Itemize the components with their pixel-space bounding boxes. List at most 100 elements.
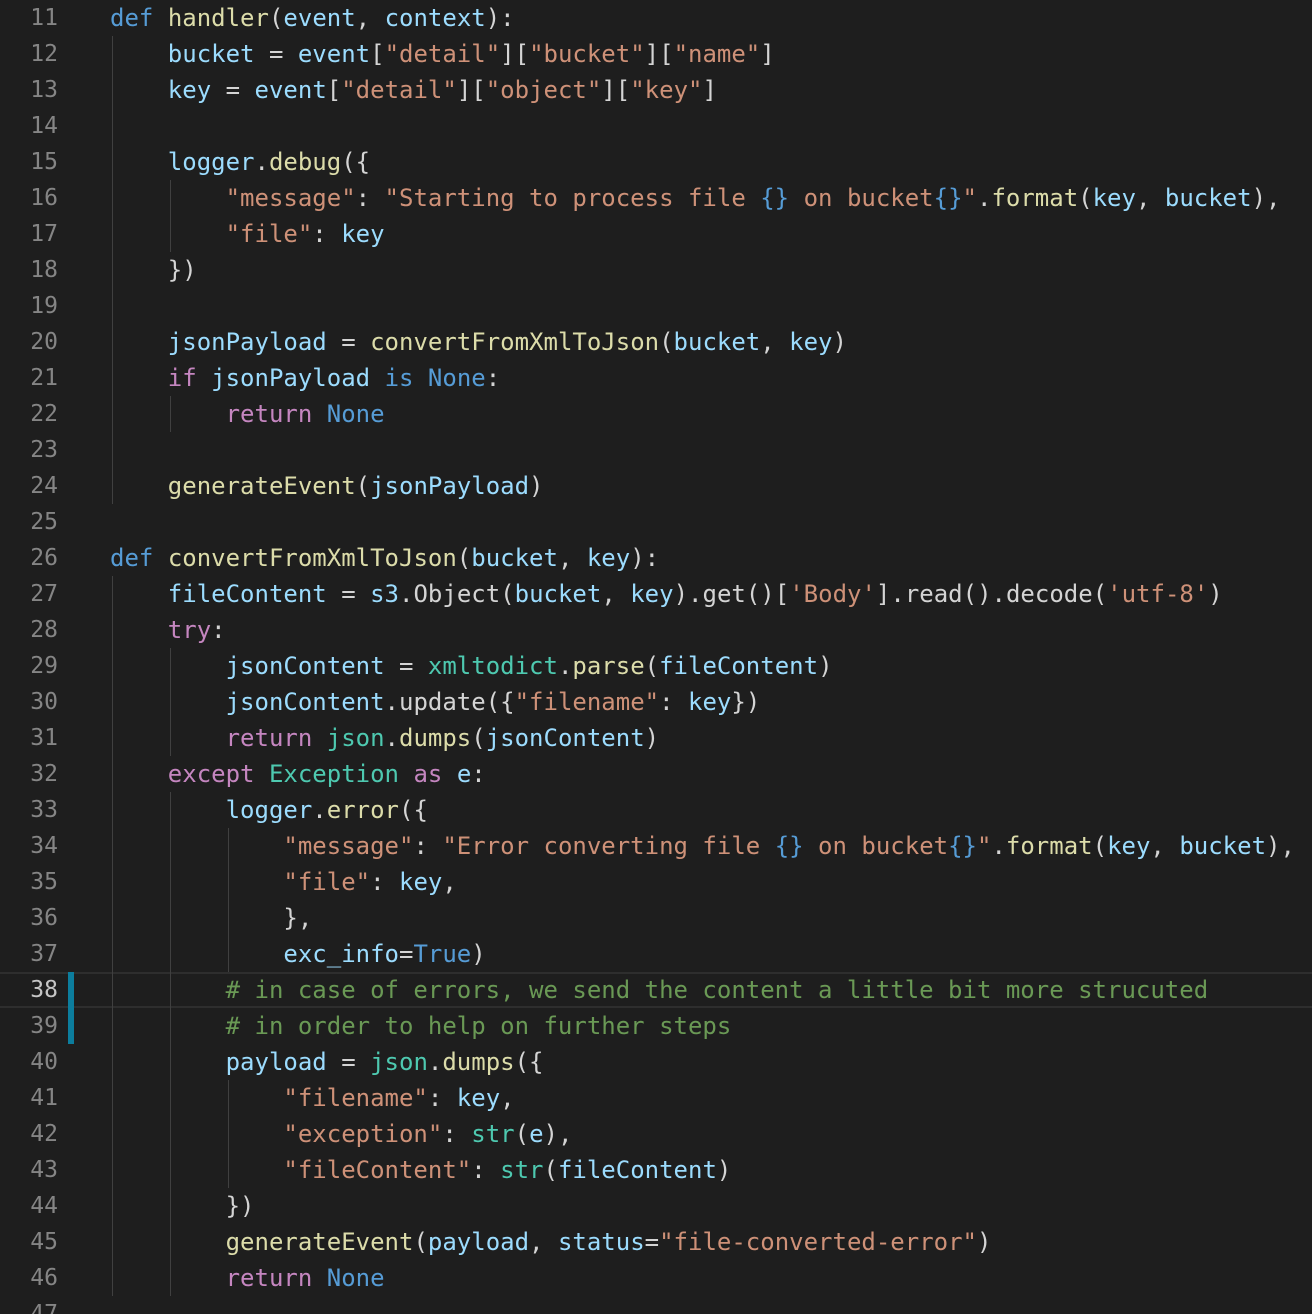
code-line[interactable]: 31 return json.dumps(jsonContent) [0,720,1312,756]
line-number: 15 [30,149,58,175]
code-token: }) [167,256,197,284]
code-token: "Starting to process file [384,184,761,212]
code-token: : [413,832,443,860]
code-line[interactable]: 43 "fileContent": str(fileContent) [0,1152,1312,1188]
code-text: exc_info=True) [283,936,485,972]
code-line[interactable]: 44}) [0,1188,1312,1224]
code-token: 'utf-8' [1107,580,1209,608]
code-line[interactable]: 24 generateEvent(jsonPayload) [0,468,1312,504]
code-text: logger.debug({ [168,144,370,180]
code-line[interactable]: 25 [0,504,1312,540]
code-line[interactable]: 20 jsonPayload = convertFromXmlToJson(buc… [0,324,1312,360]
code-token: : [485,364,501,392]
code-token: fileContent [167,580,327,608]
code-token: : [471,760,486,788]
code-line[interactable]: 38 # in case of errors, we send the conte… [0,972,1312,1008]
code-token: ][ [601,76,631,104]
code-line[interactable]: 34 "message": "Error converting file {} o… [0,828,1312,864]
code-token: = [326,1048,371,1076]
code-token: "name" [673,40,761,68]
code-text: try: [168,612,226,648]
code-token: ) [977,1228,992,1256]
code-token: : [659,688,689,716]
code-text: "message": "Error converting file {} on … [283,828,1295,864]
code-line[interactable]: 17 "file": key [0,216,1312,252]
code-token: xmltodict [427,652,558,680]
code-text: "file": key, [283,864,456,900]
code-token: }, [283,904,313,932]
code-token: ][ [644,40,674,68]
line-number: 17 [30,221,58,247]
line-number: 46 [30,1265,58,1291]
code-token: : [442,1120,472,1148]
code-line[interactable]: 28 try: [0,612,1312,648]
code-line[interactable]: 47 [0,1296,1312,1314]
code-line[interactable]: 15 logger.debug({ [0,144,1312,180]
code-line[interactable]: 42 "exception": str(e), [0,1116,1312,1152]
code-token: ), [1251,184,1281,212]
line-number: 40 [30,1049,58,1075]
code-line[interactable]: 33 logger.error({ [0,792,1312,828]
code-line[interactable]: 27 fileContent = s3.Object(bucket, key).g… [0,576,1312,612]
code-token: key [167,76,212,104]
code-token: : [355,184,385,212]
code-token: decode [1005,580,1093,608]
code-line[interactable]: 39 # in order to help on further steps [0,1008,1312,1044]
code-line[interactable]: 18}) [0,252,1312,288]
code-token: key [1107,832,1151,860]
code-line[interactable]: 26 def convertFromXmlToJson(bucket, key): [0,540,1312,576]
code-line[interactable]: 30 jsonContent.update({"filename": key}) [0,684,1312,720]
code-line[interactable]: 36}, [0,900,1312,936]
code-text: if jsonPayload is None: [168,360,500,396]
code-line[interactable]: 22 return None [0,396,1312,432]
code-editor[interactable]: 11 def handler(event, context): 12 bucket =… [0,0,1312,1314]
code-line[interactable]: 45 generateEvent(payload, status="file-co… [0,1224,1312,1260]
line-number: 14 [30,113,58,139]
code-line[interactable]: 41 "filename": key, [0,1080,1312,1116]
code-line[interactable]: 12 bucket = event["detail"]["bucket"]["na… [0,36,1312,72]
code-line[interactable]: 13 key = event["detail"]["object"]["key"] [0,72,1312,108]
code-line[interactable]: 40 payload = json.dumps({ [0,1044,1312,1080]
code-token: "Error converting file [442,832,775,860]
code-token: = [326,580,371,608]
code-token: "fileContent" [283,1156,472,1184]
code-token: }) [225,1192,255,1220]
code-token: key [630,580,674,608]
code-token: . [384,724,399,752]
code-token: event [254,76,327,104]
code-token: json [370,1048,428,1076]
code-token: None [326,400,385,428]
code-line[interactable]: 19 [0,288,1312,324]
code-line[interactable]: 11 def handler(event, context): [0,0,1312,36]
code-line[interactable]: 32 except Exception as e: [0,756,1312,792]
code-text: def convertFromXmlToJson(bucket, key): [110,540,659,576]
git-modified-indicator[interactable] [68,972,74,1044]
code-token: return [225,400,313,428]
code-token: {} [948,832,977,860]
code-token: = [384,652,428,680]
line-number: 19 [30,293,58,319]
code-token: "key" [630,76,703,104]
code-line[interactable]: 29 jsonContent = xmltodict.parse(fileCont… [0,648,1312,684]
code-line[interactable]: 46 return None [0,1260,1312,1296]
code-token: ( [1092,832,1108,860]
line-number: 31 [30,725,58,751]
code-token: " [977,832,992,860]
code-token: . [991,832,1006,860]
code-line[interactable]: 37 exc_info=True) [0,936,1312,972]
code-text: jsonContent = xmltodict.parse(fileConten… [226,648,833,684]
code-line[interactable]: 23 [0,432,1312,468]
code-line[interactable]: 16 "message": "Starting to process file {… [0,180,1312,216]
code-token: . [254,148,269,176]
line-number: 16 [30,185,58,211]
code-token: bucket [471,544,558,572]
line-number: 26 [30,545,58,571]
code-line[interactable]: 35 "file": key, [0,864,1312,900]
code-line[interactable]: 21 if jsonPayload is None: [0,360,1312,396]
code-token: ( [500,580,515,608]
code-token: convertFromXmlToJson [167,544,457,572]
code-token: , [1150,832,1180,860]
line-number: 27 [30,581,58,607]
code-line[interactable]: 14 [0,108,1312,144]
